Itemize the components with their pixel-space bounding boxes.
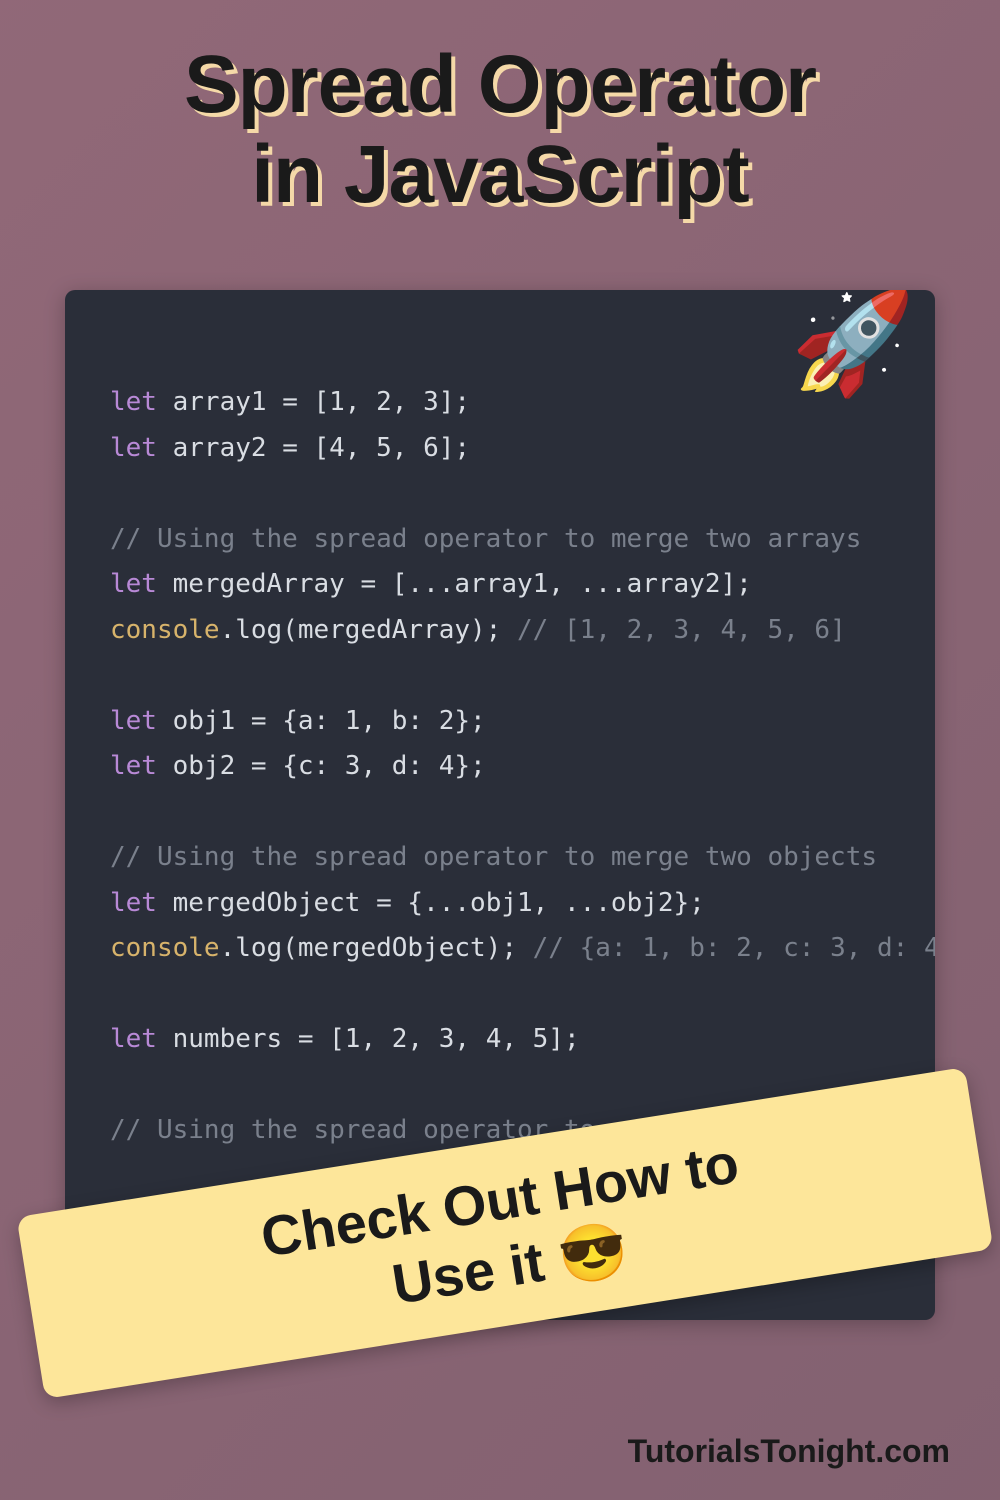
blank-line	[110, 653, 890, 699]
page-title: Spread Operator in JavaScript	[0, 0, 1000, 220]
blank-line	[110, 471, 890, 517]
code-line-7: let obj2 = {c: 3, d: 4};	[110, 744, 890, 790]
code-line-2: let array2 = [4, 5, 6];	[110, 426, 890, 472]
blank-line	[110, 790, 890, 836]
code-comment-1: // Using the spread operator to merge tw…	[110, 517, 890, 563]
code-line-10: console.log(mergedObject); // {a: 1, b: …	[110, 926, 890, 972]
code-line-4: let mergedArray = [...array1, ...array2]…	[110, 562, 890, 608]
code-line-9: let mergedObject = {...obj1, ...obj2};	[110, 881, 890, 927]
title-line-1: Spread Operator	[184, 39, 816, 130]
rocket-icon: 🚀	[790, 290, 915, 402]
code-comment-2: // Using the spread operator to merge tw…	[110, 835, 890, 881]
code-line-1: let array1 = [1, 2, 3];	[110, 380, 890, 426]
code-line-11: let numbers = [1, 2, 3, 4, 5];	[110, 1017, 890, 1063]
code-line-6: let obj1 = {a: 1, b: 2};	[110, 699, 890, 745]
blank-line	[110, 972, 890, 1018]
footer-site: TutorialsTonight.com	[628, 1433, 950, 1470]
title-line-2: in JavaScript	[251, 129, 748, 220]
code-line-5: console.log(mergedArray); // [1, 2, 3, 4…	[110, 608, 890, 654]
